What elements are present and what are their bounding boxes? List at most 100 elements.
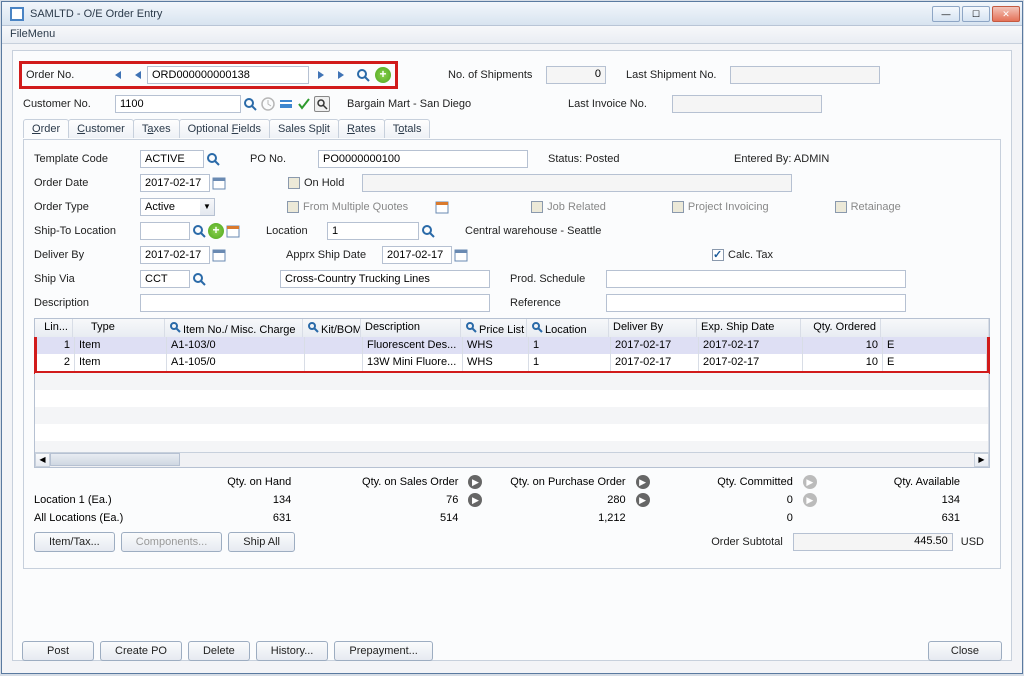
reference-label: Reference — [510, 297, 600, 309]
create-po-button[interactable]: Create PO — [100, 641, 182, 661]
multi-quotes-checkbox — [287, 201, 299, 213]
check-icon[interactable] — [296, 96, 312, 112]
next-record-icon[interactable] — [313, 67, 329, 83]
col-qty[interactable]: Qty. Ordered — [801, 319, 881, 337]
ship-all-button[interactable]: Ship All — [228, 532, 295, 552]
tab-totals[interactable]: Totals — [384, 119, 431, 138]
shipto-input[interactable] — [140, 222, 190, 240]
col-desc[interactable]: Description — [361, 319, 461, 337]
history-button[interactable]: History... — [256, 641, 329, 661]
scroll-thumb[interactable] — [50, 453, 180, 466]
apprx-input[interactable] — [382, 246, 452, 264]
tab-order[interactable]: OOrderrder — [23, 119, 69, 138]
finder-icon[interactable] — [355, 67, 371, 83]
col-item[interactable]: Item No./ Misc. Charge — [165, 319, 303, 337]
tab-customer[interactable]: Customer — [68, 119, 134, 138]
components-button: Components... — [121, 532, 223, 552]
qty-hdr-purchase: Qty. on Purchase Order — [488, 476, 655, 488]
shipto-label: Ship-To Location — [34, 225, 134, 237]
template-finder-icon[interactable] — [205, 151, 221, 167]
grid-row-2[interactable]: 2 Item A1-105/0 13W Mini Fluore... WHS 1… — [37, 354, 987, 371]
deliver-calendar-icon[interactable] — [211, 247, 227, 263]
grid-row-empty[interactable] — [35, 424, 989, 441]
calendar-icon[interactable] — [211, 175, 227, 191]
customer-no-input[interactable] — [115, 95, 241, 113]
col-type[interactable]: Type — [73, 319, 165, 337]
scroll-right-icon[interactable]: ▶ — [974, 453, 989, 467]
horizontal-scrollbar[interactable]: ◀ ▶ — [35, 452, 989, 467]
location-input[interactable] — [327, 222, 419, 240]
post-button[interactable]: Post — [22, 641, 94, 661]
tab-rates[interactable]: Rates — [338, 119, 385, 138]
col-deliver[interactable]: Deliver By — [609, 319, 697, 337]
shipvia-finder-icon[interactable] — [191, 271, 207, 287]
last-record-icon[interactable] — [334, 67, 350, 83]
line-items-grid[interactable]: Lin... Type Item No./ Misc. Charge Kit/B… — [34, 318, 990, 468]
tab-strip: OOrderrder Customer Taxes Optional Field… — [23, 119, 1001, 138]
item-tax-button[interactable]: Item/Tax... — [34, 532, 115, 552]
history-icon[interactable] — [260, 96, 276, 112]
order-no-input[interactable] — [147, 66, 309, 84]
location-finder-icon[interactable] — [420, 223, 436, 239]
drilldown-icon[interactable]: ▶ — [803, 493, 817, 507]
grid-row-empty[interactable] — [35, 373, 989, 390]
on-hold-label: On Hold — [304, 177, 344, 189]
last-invoice-label: Last Invoice No. — [568, 98, 666, 110]
order-date-input[interactable] — [140, 174, 210, 192]
order-no-label: Order No. — [26, 69, 102, 81]
template-code-input[interactable] — [140, 150, 204, 168]
prepayment-button[interactable]: Prepayment... — [334, 641, 432, 661]
close-window-button[interactable]: Close — [928, 641, 1002, 661]
drilldown-icon[interactable]: ▶ — [636, 493, 650, 507]
quotes-picker-icon[interactable] — [434, 199, 450, 215]
drilldown-icon[interactable]: ▶ — [636, 475, 650, 489]
grid-row-empty[interactable] — [35, 390, 989, 407]
col-exp[interactable]: Exp. Ship Date — [697, 319, 801, 337]
subtotal-label: Order Subtotal — [711, 536, 783, 548]
order-type-dropdown-icon[interactable]: ▼ — [200, 198, 215, 216]
apprx-calendar-icon[interactable] — [453, 247, 469, 263]
on-hold-checkbox[interactable] — [288, 177, 300, 189]
menubar[interactable]: FileMenu — [2, 26, 1022, 44]
customer-name: Bargain Mart - San Diego — [347, 98, 542, 110]
new-order-button[interactable]: + — [375, 67, 391, 83]
app-window: SAMLTD - O/E Order Entry — ☐ ✕ FileMenu … — [1, 1, 1023, 674]
last-shipment-label: Last Shipment No. — [626, 69, 724, 81]
scroll-left-icon[interactable]: ◀ — [35, 453, 50, 467]
customer-finder-icon[interactable] — [242, 96, 258, 112]
description-input[interactable] — [140, 294, 490, 312]
tab-optional-fields[interactable]: Optional Fields — [179, 119, 270, 138]
delete-button[interactable]: Delete — [188, 641, 250, 661]
location-desc: Central warehouse - Seattle — [465, 225, 601, 237]
col-pricelist[interactable]: Price List — [461, 319, 527, 337]
close-button[interactable]: ✕ — [992, 6, 1020, 22]
drilldown-icon[interactable]: ▶ — [803, 475, 817, 489]
schedule-input[interactable] — [606, 270, 906, 288]
shipto-picker-icon[interactable] — [225, 223, 241, 239]
maximize-button[interactable]: ☐ — [962, 6, 990, 22]
tab-taxes[interactable]: Taxes — [133, 119, 180, 138]
shipvia-desc-input[interactable] — [280, 270, 490, 288]
calc-tax-checkbox[interactable] — [712, 249, 724, 261]
tab-sales-split[interactable]: Sales Split — [269, 119, 339, 138]
col-location[interactable]: Location — [527, 319, 609, 337]
order-date-label: Order Date — [34, 177, 134, 189]
prev-record-icon[interactable] — [130, 67, 146, 83]
reference-input[interactable] — [606, 294, 906, 312]
grid-row-empty[interactable] — [35, 407, 989, 424]
project-invoicing-label: Project Invoicing — [688, 201, 769, 213]
deliver-by-input[interactable] — [140, 246, 210, 264]
order-type-select[interactable] — [140, 198, 200, 216]
credit-icon[interactable] — [278, 96, 294, 112]
address-icon[interactable] — [314, 96, 330, 112]
on-hold-reason-input — [362, 174, 792, 192]
col-line[interactable]: Lin... — [35, 319, 73, 337]
grid-row-1[interactable]: 1 Item A1-103/0 Fluorescent Des... WHS 1… — [37, 337, 987, 354]
shipto-finder-icon[interactable] — [191, 223, 207, 239]
po-no-input[interactable] — [318, 150, 528, 168]
minimize-button[interactable]: — — [932, 6, 960, 22]
shipto-add-button[interactable]: + — [208, 223, 224, 239]
first-record-icon[interactable] — [109, 67, 125, 83]
shipvia-input[interactable] — [140, 270, 190, 288]
col-kit[interactable]: Kit/BOM — [303, 319, 361, 337]
